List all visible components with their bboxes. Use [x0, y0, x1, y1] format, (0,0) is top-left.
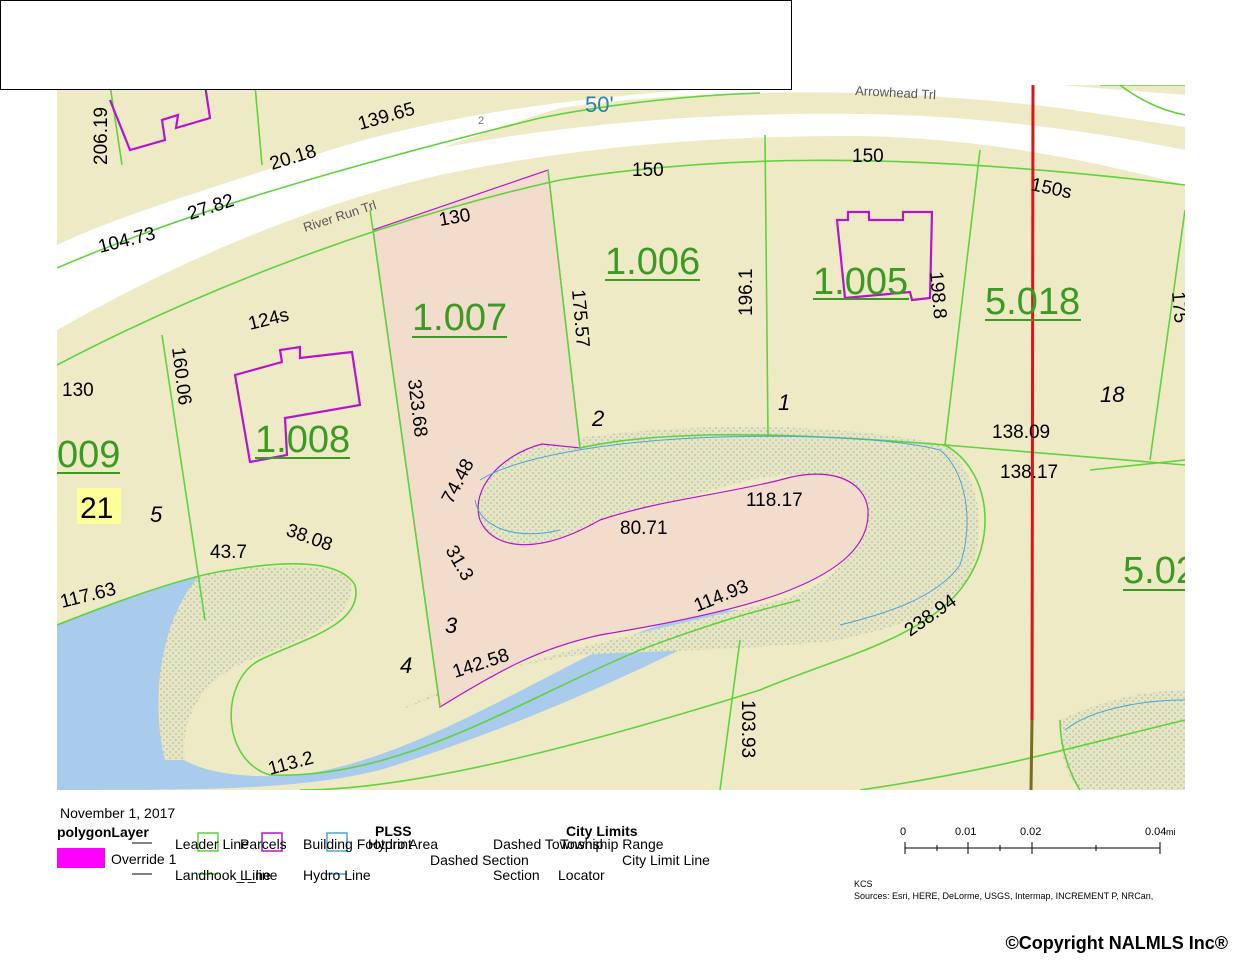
svg-text:138.17: 138.17	[1000, 462, 1058, 483]
scale-tick-1: 0.01	[955, 826, 976, 838]
attribution: KCS Sources: Esri, HERE, DeLorme, USGS, …	[854, 878, 1153, 902]
svg-text:3: 3	[445, 613, 458, 638]
legend-leader-line: Leader Line	[175, 836, 249, 852]
scale-tick-2: 0.02	[1020, 826, 1041, 838]
legend-dashed-section: Dashed Section	[430, 852, 529, 868]
legend-locator: Locator	[558, 867, 605, 883]
svg-text:150: 150	[852, 146, 884, 167]
road-number-label: 2	[478, 115, 484, 127]
legend-swatch-override	[57, 848, 105, 868]
parcel-map: Arrowhead Trl River Run Trl 50' 2 1.006 …	[57, 85, 1197, 875]
legend-hydro-line: Hydro Line	[303, 867, 371, 883]
legend-layer-title: polygonLayer	[57, 824, 149, 840]
svg-text:198.8: 198.8	[925, 271, 950, 320]
parcel-id-1-006: 1.006	[605, 241, 700, 283]
legend-city-limit-line: City Limit Line	[622, 852, 710, 868]
parcel-id-5-018: 5.018	[985, 281, 1080, 323]
svg-text:103.93: 103.93	[737, 700, 758, 758]
svg-text:80.71: 80.71	[620, 518, 668, 539]
svg-text:150: 150	[632, 160, 664, 181]
svg-text:4: 4	[400, 653, 412, 678]
road-width-label: 50'	[585, 92, 614, 117]
parcel-id-009: 009	[57, 434, 120, 476]
legend-parcels: Parcels	[240, 836, 287, 852]
copyright-notice: ©Copyright NALMLS Inc®	[1005, 933, 1228, 953]
svg-text:5: 5	[150, 502, 163, 527]
svg-text:118.17: 118.17	[746, 490, 803, 511]
svg-text:43.7: 43.7	[210, 542, 247, 563]
legend-section: Section	[493, 867, 540, 883]
township-line-lower	[1029, 719, 1034, 790]
svg-text:130: 130	[62, 380, 94, 401]
parcel-id-5-02: 5.02	[1123, 550, 1197, 592]
svg-text:2: 2	[591, 406, 604, 431]
legend-date: November 1, 2017	[60, 805, 176, 821]
parcel-id-1-005: 1.005	[813, 261, 908, 303]
scale-unit: mi	[1166, 827, 1176, 837]
svg-text:138.09: 138.09	[992, 422, 1050, 443]
scale-tick-0: 0	[900, 826, 906, 838]
attribution-line-2: Sources: Esri, HERE, DeLorme, USGS, Inte…	[854, 891, 1154, 901]
svg-text:206.19: 206.19	[91, 107, 112, 165]
attribution-line-1: KCS	[854, 879, 873, 889]
legend-l-line: L_line	[240, 867, 278, 883]
parcel-id-1-007: 1.007	[412, 297, 507, 339]
scale-tick-3: 0.04	[1145, 826, 1166, 838]
svg-text:196.1: 196.1	[736, 268, 757, 316]
header-blank-box	[0, 0, 792, 90]
svg-text:18: 18	[1100, 382, 1125, 407]
legend-city-limits: City Limits	[566, 823, 638, 839]
legend-override: Override 1	[111, 851, 177, 867]
scale-bar: 0 0.01 0.02 0.04 mi	[900, 826, 1176, 854]
legend-plss: PLSS	[375, 823, 412, 839]
locator-21: 21	[80, 492, 113, 525]
svg-text:1: 1	[778, 390, 790, 415]
parcel-id-1-008: 1.008	[255, 419, 350, 461]
svg-text:175: 175	[1167, 291, 1191, 324]
